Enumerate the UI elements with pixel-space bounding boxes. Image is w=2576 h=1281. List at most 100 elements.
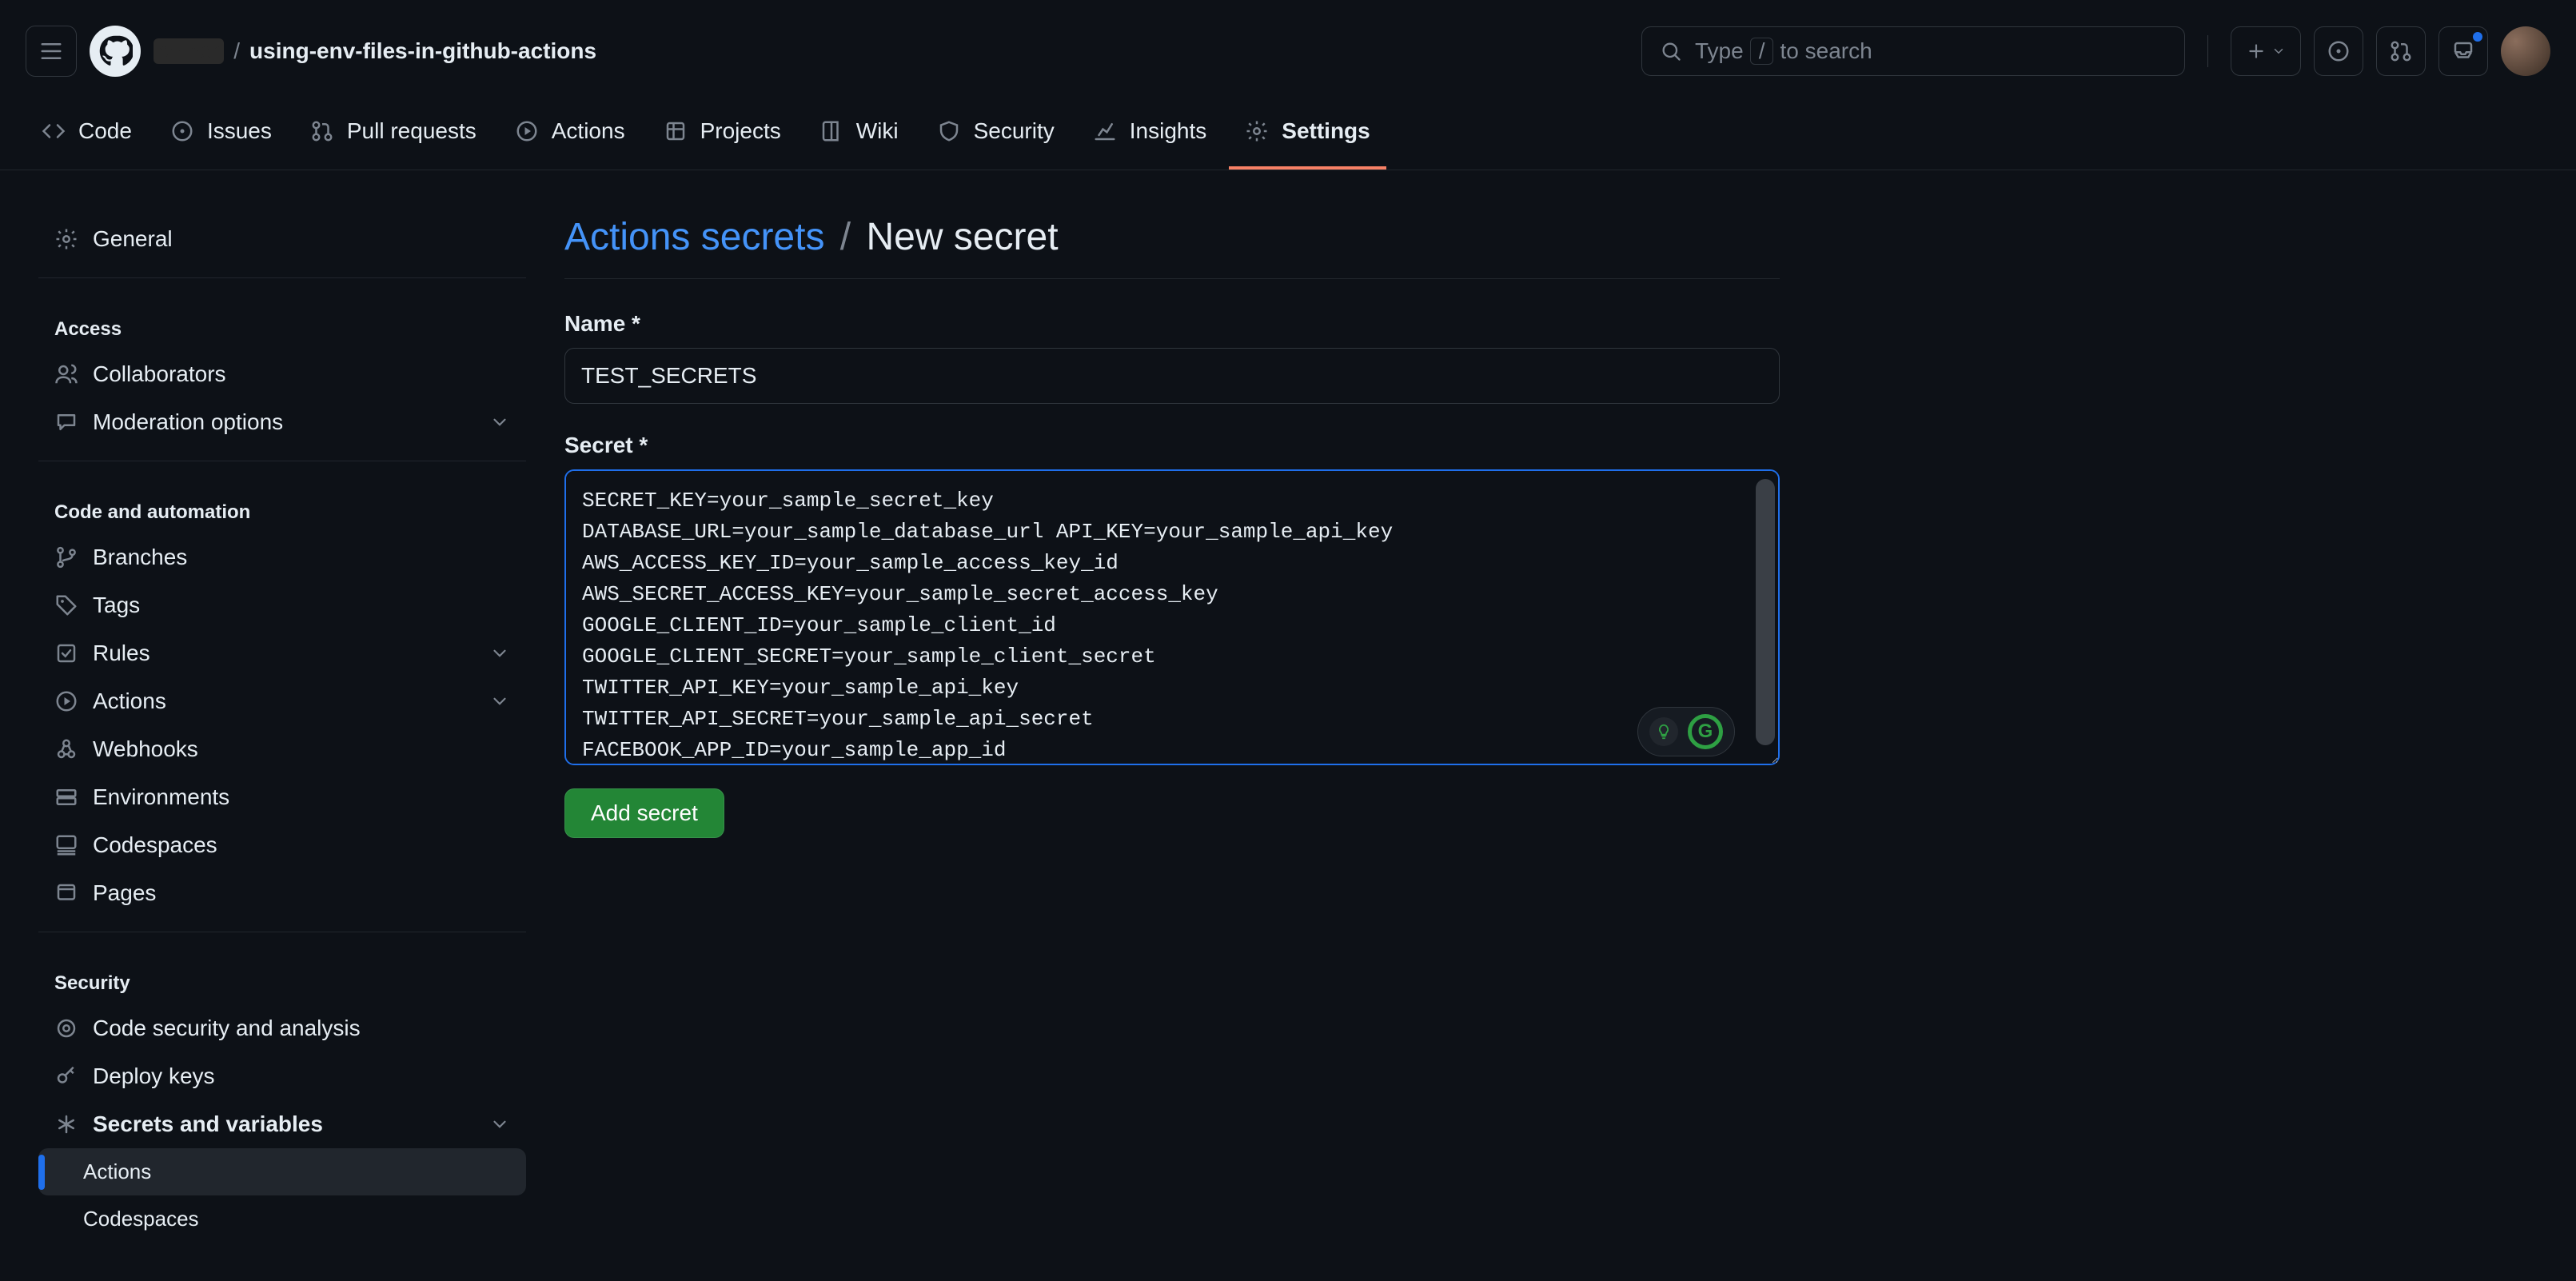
sidebar-item-label: Tags: [93, 593, 140, 618]
header-divider: [2207, 35, 2208, 67]
issues-button[interactable]: [2314, 26, 2363, 76]
search-input[interactable]: Type / to search: [1641, 26, 2185, 76]
plus-icon: [2246, 41, 2267, 62]
tab-issues[interactable]: Issues: [154, 102, 288, 170]
main-content: Actions secrets / New secret Name * Secr…: [564, 215, 1780, 1243]
inbox-icon: [2451, 39, 2475, 63]
sidebar-item-label: General: [93, 226, 173, 252]
name-input[interactable]: [564, 348, 1780, 404]
notification-dot: [2473, 32, 2482, 42]
hamburger-button[interactable]: [26, 26, 77, 77]
breadcrumb-repo[interactable]: using-env-files-in-github-actions: [249, 38, 596, 64]
search-placeholder-suffix: to search: [1780, 38, 1872, 64]
tab-insights[interactable]: Insights: [1077, 102, 1223, 170]
pull-requests-button[interactable]: [2376, 26, 2426, 76]
sidebar-item-rules[interactable]: Rules: [38, 629, 526, 677]
tab-actions[interactable]: Actions: [499, 102, 641, 170]
search-placeholder-prefix: Type: [1695, 38, 1744, 64]
sidebar-item-general[interactable]: General: [38, 215, 526, 263]
sidebar-item-code-security[interactable]: Code security and analysis: [38, 1004, 526, 1052]
pr-icon: [2389, 39, 2413, 63]
sidebar-section-access: Access: [38, 293, 526, 350]
comment-icon: [54, 410, 78, 434]
gear-icon: [1245, 119, 1269, 143]
sidebar-item-label: Moderation options: [93, 409, 283, 435]
scan-icon: [54, 1016, 78, 1040]
sidebar-item-label: Pages: [93, 880, 156, 906]
sidebar-item-label: Code security and analysis: [93, 1016, 361, 1041]
key-icon: [54, 1064, 78, 1088]
env-icon: [54, 785, 78, 809]
sidebar-subitem-actions[interactable]: Actions: [38, 1148, 526, 1195]
chevron-down-icon: [489, 1114, 510, 1135]
chevron-down-icon: [489, 412, 510, 433]
tab-label: Issues: [207, 118, 272, 144]
grammarly-widget[interactable]: G: [1637, 707, 1735, 756]
tab-projects[interactable]: Projects: [648, 102, 797, 170]
sidebar-item-actions[interactable]: Actions: [38, 677, 526, 725]
sidebar-item-secrets-variables[interactable]: Secrets and variables: [38, 1100, 526, 1148]
sidebar-item-branches[interactable]: Branches: [38, 533, 526, 581]
pages-icon: [54, 881, 78, 905]
sidebar-item-label: Collaborators: [93, 361, 226, 387]
tab-label: Wiki: [856, 118, 899, 144]
scrollbar[interactable]: [1756, 479, 1775, 745]
repo-tabs: Code Issues Pull requests Actions Projec…: [0, 102, 2576, 170]
add-secret-button[interactable]: Add secret: [564, 788, 724, 838]
issue-icon: [170, 119, 194, 143]
notifications-button[interactable]: [2438, 26, 2488, 76]
play-icon: [54, 689, 78, 713]
bulb-icon: [1649, 717, 1678, 746]
webhook-icon: [54, 737, 78, 761]
sidebar-item-label: Deploy keys: [93, 1064, 215, 1089]
sidebar-item-tags[interactable]: Tags: [38, 581, 526, 629]
sidebar-item-deploy-keys[interactable]: Deploy keys: [38, 1052, 526, 1100]
search-icon: [1660, 40, 1682, 62]
tab-security[interactable]: Security: [921, 102, 1071, 170]
people-icon: [54, 362, 78, 386]
sidebar-section-security: Security: [38, 947, 526, 1004]
bars-icon: [39, 39, 63, 63]
book-icon: [819, 119, 843, 143]
sidebar-item-moderation[interactable]: Moderation options: [38, 398, 526, 446]
sidebar-item-pages[interactable]: Pages: [38, 869, 526, 917]
tab-settings[interactable]: Settings: [1229, 102, 1386, 170]
breadcrumb-separator: /: [233, 38, 240, 64]
tag-icon: [54, 593, 78, 617]
graph-icon: [1093, 119, 1117, 143]
sidebar-subitem-codespaces[interactable]: Codespaces: [38, 1195, 526, 1243]
page-title: Actions secrets / New secret: [564, 215, 1780, 279]
caret-down-icon: [2271, 44, 2286, 58]
branch-icon: [54, 545, 78, 569]
sidebar-section-automation: Code and automation: [38, 476, 526, 533]
pr-icon: [310, 119, 334, 143]
secret-textarea[interactable]: [564, 469, 1780, 765]
tab-label: Projects: [700, 118, 781, 144]
secret-label: Secret *: [564, 433, 1780, 458]
sidebar-item-label: Actions: [83, 1159, 151, 1184]
title-link[interactable]: Actions secrets: [564, 216, 824, 258]
breadcrumb-owner[interactable]: owner: [154, 38, 224, 64]
grammarly-badge: G: [1688, 714, 1723, 749]
tab-pull-requests[interactable]: Pull requests: [294, 102, 492, 170]
tab-code[interactable]: Code: [26, 102, 148, 170]
tab-wiki[interactable]: Wiki: [804, 102, 915, 170]
create-new-button[interactable]: [2231, 26, 2301, 76]
asterisk-icon: [54, 1112, 78, 1136]
sidebar-item-collaborators[interactable]: Collaborators: [38, 350, 526, 398]
sidebar-item-label: Branches: [93, 545, 187, 570]
tab-label: Actions: [552, 118, 625, 144]
search-kbd: /: [1750, 38, 1774, 65]
sidebar-item-environments[interactable]: Environments: [38, 773, 526, 821]
sidebar-item-label: Actions: [93, 688, 166, 714]
github-logo[interactable]: [90, 26, 141, 77]
gear-icon: [54, 227, 78, 251]
avatar[interactable]: [2501, 26, 2550, 76]
issue-icon: [2327, 39, 2351, 63]
code-icon: [42, 119, 66, 143]
chevron-down-icon: [489, 691, 510, 712]
title-current: New secret: [866, 216, 1058, 258]
sidebar-item-codespaces[interactable]: Codespaces: [38, 821, 526, 869]
sidebar-item-webhooks[interactable]: Webhooks: [38, 725, 526, 773]
global-header: owner / using-env-files-in-github-action…: [0, 0, 2576, 102]
